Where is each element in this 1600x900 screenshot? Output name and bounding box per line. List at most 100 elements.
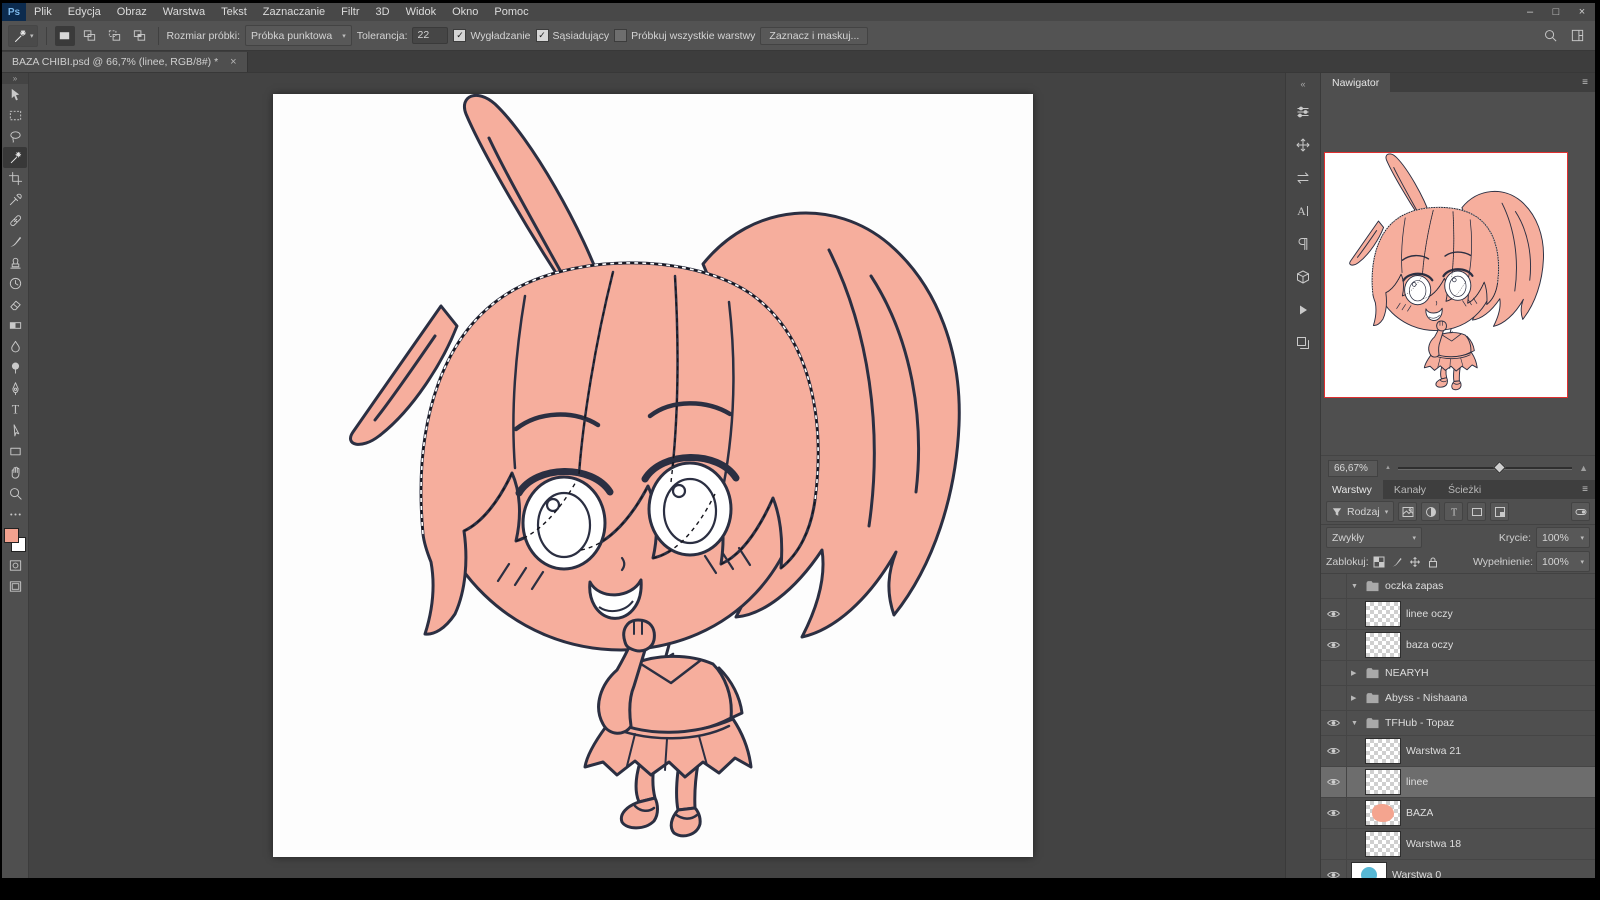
- pen-tool[interactable]: [3, 378, 27, 399]
- subtract-from-selection-mode-button[interactable]: [105, 26, 125, 46]
- layer-thumbnail[interactable]: [1365, 800, 1401, 826]
- layer-row-warstwa-0[interactable]: Warstwa 0: [1321, 860, 1595, 878]
- play-panel-icon[interactable]: [1293, 300, 1313, 320]
- menu-filtr[interactable]: Filtr: [333, 6, 367, 18]
- layer-name[interactable]: linee oczy: [1406, 608, 1453, 620]
- toolbar-collapse-icon[interactable]: »: [2, 73, 28, 84]
- layer-row-linee-oczy[interactable]: linee oczy: [1321, 599, 1595, 630]
- group-caret-icon[interactable]: ▼: [1351, 583, 1360, 590]
- menu-warstwa[interactable]: Warstwa: [155, 6, 213, 18]
- crop-tool[interactable]: [3, 168, 27, 189]
- lasso-tool[interactable]: [3, 126, 27, 147]
- layer-visibility-toggle[interactable]: [1321, 798, 1347, 828]
- layer-name[interactable]: TFHub - Topaz: [1385, 717, 1454, 729]
- layer-row-baza-oczy[interactable]: baza oczy: [1321, 630, 1595, 661]
- layer-name[interactable]: linee: [1406, 776, 1428, 788]
- eraser-tool[interactable]: [3, 294, 27, 315]
- exchange-panel-icon[interactable]: [1293, 168, 1313, 188]
- hand-tool[interactable]: [3, 462, 27, 483]
- tab-close-icon[interactable]: ×: [230, 56, 236, 68]
- layer-visibility-toggle[interactable]: [1321, 574, 1347, 598]
- sample-all-layers-checkbox[interactable]: ✓ Próbkuj wszystkie warstwy: [614, 29, 755, 42]
- canvas-area[interactable]: [29, 73, 1285, 878]
- path-select-tool[interactable]: [3, 420, 27, 441]
- layer-row-warstwa-18[interactable]: Warstwa 18: [1321, 829, 1595, 860]
- layer-name[interactable]: Abyss - Nishaana: [1385, 692, 1467, 704]
- menu-edycja[interactable]: Edycja: [60, 6, 109, 18]
- layer-name[interactable]: Warstwa 18: [1406, 838, 1461, 850]
- lock-image-icon[interactable]: [1390, 554, 1405, 569]
- tab-ścieżki[interactable]: Ścieżki: [1437, 480, 1492, 499]
- rect-marquee-tool[interactable]: [3, 105, 27, 126]
- grid-comps-panel-icon[interactable]: [1293, 333, 1313, 353]
- menu-okno[interactable]: Okno: [444, 6, 486, 18]
- layer-visibility-toggle[interactable]: [1321, 661, 1347, 685]
- menu-widok[interactable]: Widok: [398, 6, 445, 18]
- group-caret-icon[interactable]: ▼: [1351, 720, 1360, 727]
- search-icon[interactable]: [1543, 28, 1558, 43]
- opacity-value-dropdown[interactable]: 100% ▾: [1536, 527, 1590, 548]
- layer-row-baza[interactable]: BAZA: [1321, 798, 1595, 829]
- close-button[interactable]: ×: [1569, 6, 1595, 18]
- layer-row-abyss---nishaana[interactable]: ▶ Abyss - Nishaana: [1321, 686, 1595, 711]
- filter-adjustment-layers-icon[interactable]: [1421, 502, 1440, 521]
- layer-name[interactable]: Warstwa 21: [1406, 745, 1461, 757]
- color-swatches[interactable]: [4, 528, 26, 552]
- layer-row-linee[interactable]: linee: [1321, 767, 1595, 798]
- zoom-tool[interactable]: [3, 483, 27, 504]
- layer-visibility-toggle[interactable]: [1321, 829, 1347, 859]
- layer-visibility-toggle[interactable]: [1321, 686, 1347, 710]
- document-canvas[interactable]: [273, 94, 1033, 857]
- layer-thumbnail[interactable]: [1365, 601, 1401, 627]
- zoom-out-icon[interactable]: ▲: [1385, 465, 1391, 471]
- foreground-color-swatch[interactable]: [4, 528, 19, 543]
- intersect-selection-mode-button[interactable]: [130, 26, 150, 46]
- filter-toggle-icon[interactable]: [1571, 502, 1590, 521]
- layer-thumbnail[interactable]: [1365, 831, 1401, 857]
- sliders-panel-icon[interactable]: [1293, 102, 1313, 122]
- layer-name[interactable]: oczka zapas: [1385, 580, 1443, 592]
- panel-menu-icon[interactable]: ≡: [1575, 73, 1595, 92]
- layer-name[interactable]: baza oczy: [1406, 639, 1453, 651]
- new-selection-mode-button[interactable]: [55, 26, 75, 46]
- magic-wand-tool[interactable]: [3, 147, 27, 168]
- menu-zaznaczanie[interactable]: Zaznaczanie: [255, 6, 333, 18]
- lock-all-icon[interactable]: [1426, 554, 1441, 569]
- move-tool[interactable]: [3, 84, 27, 105]
- menu-tekst[interactable]: Tekst: [213, 6, 255, 18]
- zoom-in-icon[interactable]: ▲: [1579, 463, 1588, 473]
- layer-row-warstwa-21[interactable]: Warstwa 21: [1321, 736, 1595, 767]
- layer-visibility-toggle[interactable]: [1321, 860, 1347, 878]
- layer-name[interactable]: Warstwa 0: [1392, 869, 1441, 878]
- layer-row-oczka-zapas[interactable]: ▼ oczka zapas: [1321, 574, 1595, 599]
- layer-visibility-toggle[interactable]: [1321, 736, 1347, 766]
- tab-navigator[interactable]: Nawigator: [1321, 73, 1390, 92]
- filter-smart-objects-icon[interactable]: [1490, 502, 1509, 521]
- layer-visibility-toggle[interactable]: [1321, 630, 1347, 660]
- eyedropper-tool[interactable]: [3, 189, 27, 210]
- ellipsis-tool[interactable]: [3, 504, 27, 525]
- menu-pomoc[interactable]: Pomoc: [486, 6, 536, 18]
- layer-name[interactable]: BAZA: [1406, 807, 1433, 819]
- layer-thumbnail[interactable]: [1365, 769, 1401, 795]
- brush-tool[interactable]: [3, 231, 27, 252]
- character-panel-icon[interactable]: A: [1293, 201, 1313, 221]
- fill-value-dropdown[interactable]: 100% ▾: [1536, 551, 1590, 572]
- layer-visibility-toggle[interactable]: [1321, 599, 1347, 629]
- tool-preset-picker[interactable]: ▾: [8, 25, 38, 47]
- shape-tool[interactable]: [3, 441, 27, 462]
- panel-menu-icon[interactable]: ≡: [1575, 480, 1595, 499]
- menu-plik[interactable]: Plik: [26, 6, 60, 18]
- contiguous-checkbox[interactable]: ✓ Sąsiadujący: [536, 29, 610, 42]
- layer-thumbnail[interactable]: [1365, 632, 1401, 658]
- antialias-checkbox[interactable]: ✓ Wygładzanie: [453, 29, 530, 42]
- navigator-proxy-view[interactable]: [1324, 152, 1568, 398]
- slider-knob[interactable]: [1494, 461, 1507, 474]
- sample-size-dropdown[interactable]: Próbka punktowa ▾: [245, 25, 352, 46]
- dodge-tool[interactable]: [3, 357, 27, 378]
- spot-healing-tool[interactable]: [3, 210, 27, 231]
- lock-position-icon[interactable]: [1408, 554, 1423, 569]
- group-caret-icon[interactable]: ▶: [1351, 694, 1360, 702]
- restore-button[interactable]: □: [1543, 6, 1569, 18]
- lock-transparency-icon[interactable]: [1372, 554, 1387, 569]
